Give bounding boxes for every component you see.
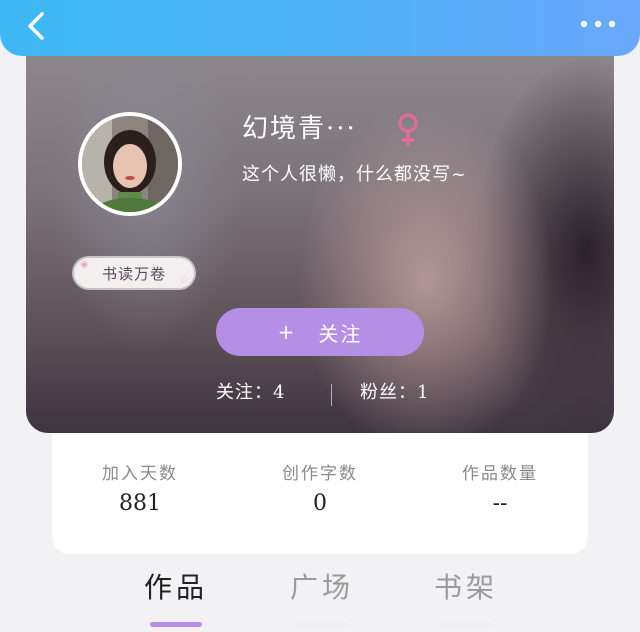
- profile-page: ❀ 书读万卷 ♡ 幻境青··· 这个人很懒，什么都没写~ + 关注 关注：4 粉…: [0, 0, 640, 632]
- badge-flourish-icon: ❀: [80, 260, 89, 271]
- join-days-value: 881: [119, 491, 161, 516]
- tab-square-indicator: [296, 622, 348, 627]
- stats-divider: [331, 384, 332, 406]
- profile-card: ❀ 书读万卷 ♡ 幻境青··· 这个人很懒，什么都没写~ + 关注 关注：4 粉…: [26, 30, 614, 433]
- join-days-label: 加入天数: [102, 464, 178, 484]
- user-info-card: 加入天数 881 创作字数 0 作品数量 --: [52, 433, 588, 554]
- tab-works[interactable]: 作品: [116, 566, 236, 606]
- avatar-photo: [82, 116, 178, 212]
- reading-badge: ❀ 书读万卷 ♡: [74, 258, 194, 288]
- plus-icon: +: [277, 320, 297, 344]
- fans-label: 粉丝：: [360, 382, 417, 403]
- info-works-count: 作品数量 --: [420, 459, 580, 516]
- works-count-label: 作品数量: [462, 464, 538, 484]
- badge-label: 书读万卷: [101, 264, 166, 283]
- info-word-count: 创作字数 0: [240, 459, 400, 516]
- follow-button-label: 关注: [318, 321, 363, 346]
- following-count[interactable]: 关注：4: [216, 378, 285, 404]
- following-label: 关注：: [216, 382, 273, 403]
- info-join-days: 加入天数 881: [60, 459, 220, 516]
- tab-square[interactable]: 广场: [262, 566, 382, 606]
- header-bar: [0, 0, 640, 56]
- fans-value: 1: [417, 382, 430, 403]
- tab-bookshelf[interactable]: 书架: [406, 566, 526, 606]
- username: 幻境青···: [242, 114, 357, 144]
- fans-count[interactable]: 粉丝：1: [360, 378, 429, 404]
- badge-heart-icon: ♡: [179, 275, 188, 286]
- female-symbol-icon: [398, 113, 418, 146]
- works-count-value: --: [492, 491, 508, 516]
- follow-button[interactable]: + 关注: [216, 308, 424, 356]
- profile-tabs: 作品 广场 书架: [0, 560, 640, 632]
- word-count-label: 创作字数: [282, 464, 358, 484]
- follow-stats: 关注：4 粉丝：1: [26, 378, 614, 408]
- tab-works-indicator: [150, 622, 202, 627]
- following-value: 4: [273, 382, 286, 403]
- user-bio: 这个人很懒，什么都没写~: [242, 164, 468, 185]
- avatar[interactable]: [78, 112, 182, 216]
- more-horizontal-icon[interactable]: [576, 8, 620, 40]
- tab-bookshelf-indicator: [440, 622, 492, 627]
- word-count-value: 0: [313, 491, 327, 516]
- chevron-left-icon[interactable]: [16, 6, 56, 46]
